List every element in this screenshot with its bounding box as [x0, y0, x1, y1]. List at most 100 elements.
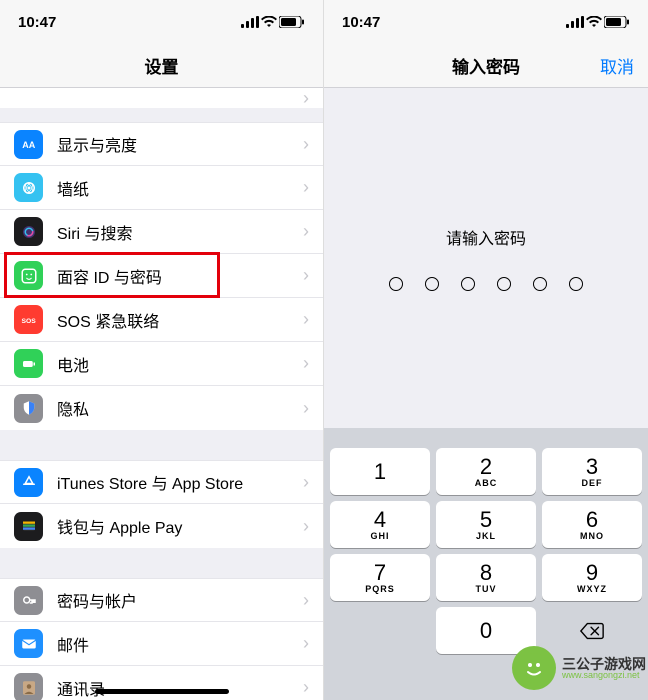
privacy-icon — [14, 394, 43, 423]
key-letters: WXYZ — [577, 584, 607, 594]
key-letters: MNO — [580, 531, 604, 541]
keypad-key-3[interactable]: 3DEF — [542, 448, 642, 495]
chevron-right-icon: › — [303, 177, 309, 198]
nav-bar: 设置 — [0, 44, 323, 88]
passcode-dot — [569, 277, 583, 291]
cancel-button[interactable]: 取消 — [600, 53, 634, 78]
key-number: 7 — [374, 562, 386, 584]
display-icon: AA — [14, 130, 43, 159]
chevron-right-icon: › — [303, 309, 309, 330]
status-bar: 10:47 — [324, 0, 648, 44]
settings-row-appstore[interactable]: iTunes Store 与 App Store› — [0, 460, 323, 504]
settings-row-label: 墙纸 — [57, 176, 89, 200]
keypad-key-9[interactable]: 9WXYZ — [542, 554, 642, 601]
key-letters: DEF — [582, 478, 603, 488]
faceid-icon — [14, 261, 43, 290]
chevron-right-icon: › — [303, 265, 309, 286]
svg-text:AA: AA — [22, 140, 35, 150]
settings-row-passwords[interactable]: 密码与帐户 › — [0, 578, 323, 622]
passcode-screen: 10:47 输入密码 取消 请输入密码 12ABC3DEF4GHI5JKL6MN… — [324, 0, 648, 700]
keypad-key-7[interactable]: 7PQRS — [330, 554, 430, 601]
status-indicators — [566, 16, 630, 28]
key-letters: GHI — [370, 531, 389, 541]
chevron-right-icon: › — [303, 353, 309, 374]
wifi-icon — [261, 16, 277, 28]
chevron-right-icon: › — [303, 516, 309, 537]
settings-row-label: 通讯录 — [57, 676, 105, 700]
siri-icon — [14, 217, 43, 246]
sos-icon: SOS — [14, 305, 43, 334]
keypad-spacer — [330, 607, 430, 654]
nav-bar: 输入密码 取消 — [324, 44, 648, 88]
signal-icon — [566, 16, 584, 28]
settings-row-sos[interactable]: SOS SOS 紧急联络 › — [0, 298, 323, 342]
key-number: 3 — [586, 456, 598, 478]
settings-row-label: iTunes Store 与 App Store — [57, 470, 243, 494]
passcode-dot — [533, 277, 547, 291]
passcode-dot — [497, 277, 511, 291]
page-title: 设置 — [145, 53, 179, 78]
mail-icon — [14, 629, 43, 658]
passcode-dot — [389, 277, 403, 291]
passcode-dots — [389, 277, 583, 291]
keypad-key-8[interactable]: 8TUV — [436, 554, 536, 601]
key-number: 9 — [586, 562, 598, 584]
passcode-dot — [425, 277, 439, 291]
wallpaper-icon — [14, 173, 43, 202]
battery-icon — [604, 16, 630, 28]
keypad-key-1[interactable]: 1 — [330, 448, 430, 495]
settings-row-partial[interactable]: › — [0, 88, 323, 108]
key-letters: ABC — [475, 478, 498, 488]
settings-screen: 10:47 设置 ›AA显示与亮度›墙纸›Siri 与搜索›面容 ID 与密码›… — [0, 0, 324, 700]
settings-row-label: 面容 ID 与密码 — [57, 264, 162, 288]
keypad-key-6[interactable]: 6MNO — [542, 501, 642, 548]
settings-row-display[interactable]: AA显示与亮度› — [0, 122, 323, 166]
keypad-key-5[interactable]: 5JKL — [436, 501, 536, 548]
key-number: 2 — [480, 456, 492, 478]
passwords-icon — [14, 586, 43, 615]
battery-icon — [14, 349, 43, 378]
keypad-key-2[interactable]: 2ABC — [436, 448, 536, 495]
settings-row-label: 密码与帐户 — [57, 588, 137, 612]
settings-row-label: Siri 与搜索 — [57, 220, 133, 244]
settings-row-siri[interactable]: Siri 与搜索 › — [0, 210, 323, 254]
settings-row-wallet[interactable]: 钱包与 Apple Pay › — [0, 504, 323, 548]
settings-list: ›AA显示与亮度›墙纸›Siri 与搜索›面容 ID 与密码›SOSSOS 紧急… — [0, 88, 323, 700]
watermark-domain: www.sangongzi.net — [562, 671, 646, 680]
passcode-area: 请输入密码 — [324, 88, 648, 428]
settings-row-contacts[interactable]: 通讯录› — [0, 666, 323, 700]
battery-icon — [279, 16, 305, 28]
contacts-icon — [14, 673, 43, 700]
keypad-key-4[interactable]: 4GHI — [330, 501, 430, 548]
status-bar: 10:47 — [0, 0, 323, 44]
chevron-right-icon: › — [303, 398, 309, 419]
settings-row-label: 邮件 — [57, 632, 89, 656]
settings-row-wallpaper[interactable]: 墙纸 › — [0, 166, 323, 210]
wallet-icon — [14, 512, 43, 541]
wifi-icon — [586, 16, 602, 28]
backspace-icon — [579, 621, 605, 641]
chevron-right-icon: › — [303, 221, 309, 242]
key-letters: TUV — [476, 584, 497, 594]
settings-row-privacy[interactable]: 隐私 › — [0, 386, 323, 430]
watermark-logo — [512, 646, 556, 690]
key-letters: PQRS — [365, 584, 395, 594]
watermark: 三公子游戏网 www.sangongzi.net — [512, 646, 646, 690]
settings-row-label: 钱包与 Apple Pay — [57, 514, 182, 538]
settings-row-label: 电池 — [57, 352, 89, 376]
settings-row-battery[interactable]: 电池 › — [0, 342, 323, 386]
signal-icon — [241, 16, 259, 28]
settings-row-mail[interactable]: 邮件› — [0, 622, 323, 666]
chevron-right-icon: › — [303, 134, 309, 155]
chevron-right-icon: › — [303, 88, 309, 109]
home-indicator[interactable] — [95, 689, 229, 694]
chevron-right-icon: › — [303, 590, 309, 611]
key-number: 8 — [480, 562, 492, 584]
settings-row-label: 隐私 — [57, 396, 89, 420]
settings-row-faceid[interactable]: 面容 ID 与密码 › — [0, 254, 323, 298]
key-number: 0 — [480, 620, 492, 642]
passcode-dot — [461, 277, 475, 291]
key-number: 1 — [374, 461, 386, 483]
settings-row-label: SOS 紧急联络 — [57, 308, 159, 332]
watermark-brand: 三公子游戏网 — [562, 657, 646, 671]
